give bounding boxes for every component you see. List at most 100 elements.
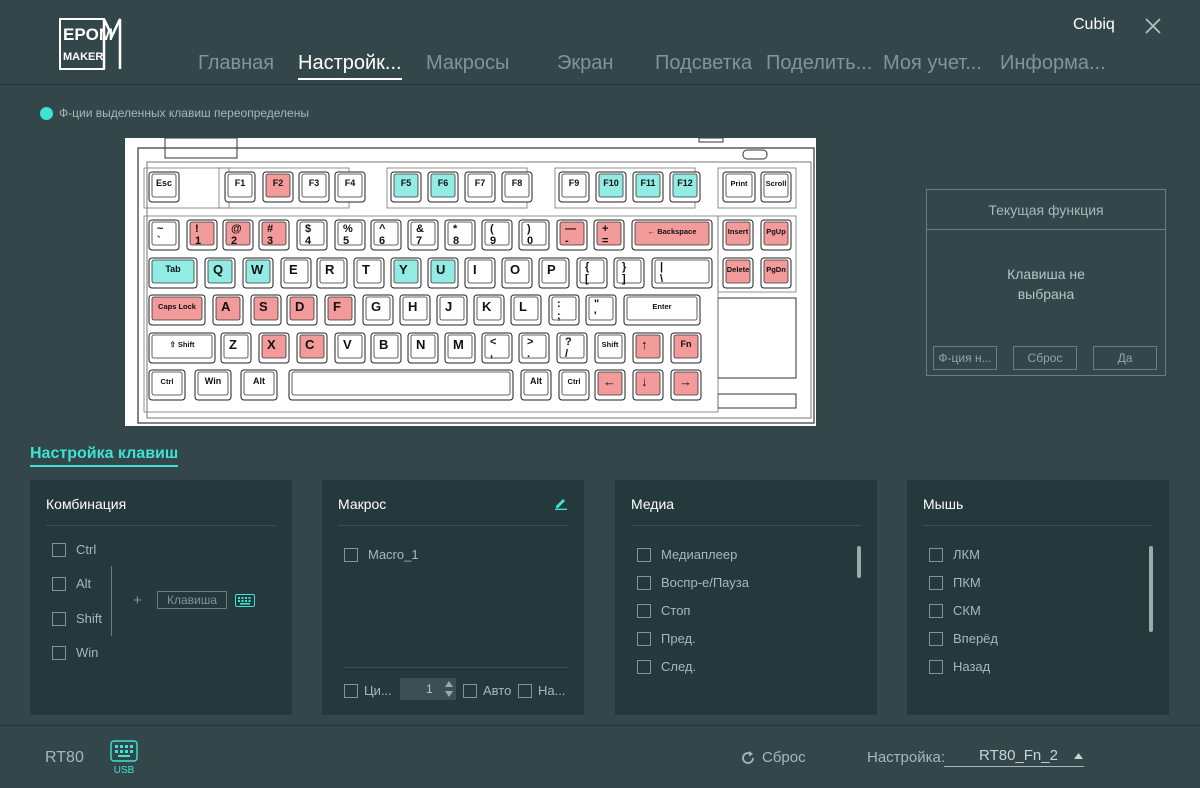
key[interactable]: $4 — [296, 219, 328, 251]
key[interactable]: ← — [594, 369, 626, 401]
key[interactable]: PgDn — [760, 257, 792, 289]
footer-reset-button[interactable]: Сброс — [740, 749, 806, 766]
mouse-item[interactable]: Вперёд — [929, 631, 998, 646]
key[interactable]: M — [444, 332, 476, 364]
key[interactable]: E — [280, 257, 312, 289]
key[interactable]: }] — [613, 257, 645, 289]
key[interactable]: F5 — [390, 171, 422, 203]
key[interactable]: Ctrl — [558, 369, 590, 401]
key[interactable]: Tab — [148, 257, 198, 289]
mouse-item[interactable]: ПКМ — [929, 575, 981, 590]
key[interactable]: += — [593, 219, 625, 251]
checkbox[interactable] — [929, 659, 943, 674]
key[interactable]: *8 — [444, 219, 476, 251]
user-name[interactable]: Cubiq — [1073, 16, 1115, 34]
key[interactable]: ^6 — [370, 219, 402, 251]
media-item[interactable]: След. — [637, 659, 696, 674]
mod-alt[interactable]: Alt — [52, 576, 91, 591]
checkbox[interactable] — [463, 683, 477, 698]
checkbox[interactable] — [52, 576, 66, 591]
key[interactable]: F11 — [632, 171, 664, 203]
key[interactable]: N — [407, 332, 439, 364]
close-icon[interactable] — [1143, 16, 1163, 36]
tab-account[interactable]: Моя учет... — [883, 52, 982, 75]
repeat-count-stepper[interactable]: 1 — [400, 678, 456, 700]
key[interactable]: G — [362, 294, 394, 326]
mod-win[interactable]: Win — [52, 645, 98, 660]
key[interactable]: O — [501, 257, 533, 289]
profile-select[interactable]: RT80_Fn_2 — [944, 747, 1084, 767]
keyboard-icon[interactable] — [235, 594, 255, 607]
usb-connection[interactable]: USB — [110, 740, 138, 778]
key[interactable]: :; — [548, 294, 580, 326]
key[interactable]: >. — [518, 332, 550, 364]
key[interactable]: Esc — [148, 171, 180, 203]
key[interactable]: → — [670, 369, 702, 401]
checkbox[interactable] — [637, 603, 651, 618]
key[interactable]: F7 — [464, 171, 496, 203]
key[interactable]: V — [334, 332, 366, 364]
mod-shift[interactable]: Shift — [52, 611, 102, 626]
checkbox[interactable] — [637, 659, 651, 674]
checkbox[interactable] — [344, 547, 358, 562]
key[interactable]: U — [427, 257, 459, 289]
checkbox[interactable] — [637, 547, 651, 562]
key[interactable]: A — [212, 294, 244, 326]
key[interactable]: Delete — [722, 257, 754, 289]
cycle-option[interactable]: Ци... — [344, 683, 392, 698]
mouse-item[interactable]: ЛКМ — [929, 547, 980, 562]
key[interactable]: ⇧ Shift — [148, 332, 216, 364]
macro-item[interactable]: Macro_1 — [344, 547, 419, 562]
tab-share[interactable]: Поделить... — [766, 52, 872, 75]
key[interactable]: F9 — [558, 171, 590, 203]
key[interactable]: P — [538, 257, 570, 289]
key[interactable]: W — [242, 257, 274, 289]
ok-button[interactable]: Да — [1093, 346, 1157, 370]
key[interactable]: Ctrl — [148, 369, 186, 401]
key[interactable]: &7 — [407, 219, 439, 251]
key[interactable]: Print — [722, 171, 756, 203]
tab-home[interactable]: Главная — [198, 52, 274, 75]
key[interactable]: ~` — [148, 219, 180, 251]
stepper-arrows-icon[interactable] — [444, 680, 454, 698]
tab-info[interactable]: Информа... — [1000, 52, 1106, 75]
key[interactable]: Z — [220, 332, 252, 364]
tab-macros[interactable]: Макросы — [426, 52, 509, 75]
checkbox[interactable] — [52, 611, 66, 626]
key[interactable]: ↓ — [632, 369, 664, 401]
key[interactable]: @2 — [222, 219, 254, 251]
key[interactable]: #3 — [258, 219, 290, 251]
key[interactable]: %5 — [334, 219, 366, 251]
key[interactable]: Alt — [520, 369, 552, 401]
checkbox[interactable] — [929, 547, 943, 562]
key[interactable]: X — [258, 332, 290, 364]
key[interactable]: Scroll — [760, 171, 792, 203]
mouse-scrollbar[interactable] — [1149, 546, 1153, 632]
tab-screen[interactable]: Экран — [557, 52, 613, 75]
checkbox[interactable] — [929, 603, 943, 618]
edit-icon[interactable] — [554, 496, 568, 510]
key[interactable]: ?/ — [556, 332, 588, 364]
media-item[interactable]: Пред. — [637, 631, 696, 646]
key[interactable]: F1 — [224, 171, 256, 203]
key[interactable]: S — [250, 294, 282, 326]
key[interactable]: F2 — [262, 171, 294, 203]
key[interactable]: Insert — [722, 219, 754, 251]
media-item[interactable]: Стоп — [637, 603, 690, 618]
key[interactable]: K — [473, 294, 505, 326]
key[interactable]: {[ — [576, 257, 608, 289]
checkbox[interactable] — [929, 631, 943, 646]
key[interactable]: F12 — [669, 171, 701, 203]
checkbox[interactable] — [52, 645, 66, 660]
checkbox[interactable] — [52, 542, 66, 557]
mouse-item[interactable]: Назад — [929, 659, 990, 674]
tab-lighting[interactable]: Подсветка — [655, 52, 752, 75]
key[interactable]: F6 — [427, 171, 459, 203]
key[interactable]: L — [510, 294, 542, 326]
key[interactable]: F3 — [298, 171, 330, 203]
checkbox[interactable] — [344, 683, 358, 698]
key[interactable]: |\ — [651, 257, 713, 289]
key[interactable]: "' — [585, 294, 617, 326]
key[interactable]: F — [324, 294, 356, 326]
key[interactable] — [288, 369, 514, 401]
